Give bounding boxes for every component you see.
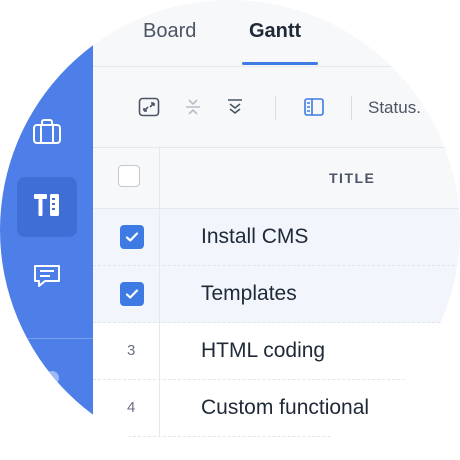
toolbar: Status. (93, 67, 460, 148)
table-row[interactable]: 3 HTML coding (93, 323, 460, 380)
row-number: 4 (127, 399, 136, 416)
sidebar-item-projects[interactable] (17, 104, 77, 164)
sidebar-divider (0, 338, 93, 339)
task-title[interactable]: Install CMS (201, 225, 308, 249)
check-icon (125, 289, 139, 299)
main-panel: Board Gantt › Status. TITLE Install CMS … (93, 0, 460, 460)
expand-icon[interactable] (137, 95, 161, 119)
tab-gantt[interactable]: Gantt (249, 20, 301, 43)
column-header-title[interactable]: TITLE (329, 170, 375, 186)
add-row-handle[interactable] (294, 452, 322, 460)
app-window: Board Gantt › Status. TITLE Install CMS … (0, 0, 460, 460)
view-tabs: Board Gantt › (93, 0, 460, 67)
task-title[interactable]: HTML coding (201, 339, 325, 363)
table-row[interactable]: Templates (93, 266, 460, 323)
task-title[interactable]: Templates (201, 282, 297, 306)
row-checkbox-checked[interactable] (120, 282, 144, 306)
briefcase-icon (31, 116, 63, 153)
select-column: 4 (93, 380, 160, 436)
more-tabs-icon[interactable]: › (353, 20, 359, 41)
toolbar-divider (275, 96, 276, 120)
row-number: 3 (127, 342, 136, 359)
check-icon (125, 232, 139, 242)
select-column: 3 (93, 323, 160, 379)
active-tab-indicator (242, 62, 318, 65)
table-header: TITLE (93, 148, 460, 209)
sidebar-item-messages[interactable] (17, 248, 77, 308)
collapse-down-icon[interactable] (223, 95, 247, 119)
sidebar (0, 0, 93, 460)
select-all-checkbox[interactable] (118, 165, 140, 187)
collapse-rows-icon[interactable] (181, 95, 205, 119)
avatar[interactable] (45, 371, 59, 385)
tools-icon (30, 188, 64, 227)
select-column (93, 148, 160, 208)
table-row[interactable]: Install CMS (93, 209, 460, 266)
status-filter[interactable]: Status. (368, 98, 421, 118)
select-column (93, 209, 160, 265)
table-row[interactable]: 4 Custom functional (93, 380, 460, 437)
row-checkbox-checked[interactable] (120, 225, 144, 249)
tab-board[interactable]: Board (143, 20, 196, 43)
task-title[interactable]: Custom functional (201, 396, 369, 420)
panel-icon[interactable] (302, 95, 326, 119)
select-column (93, 266, 160, 322)
sidebar-item-tools[interactable] (17, 177, 77, 237)
toolbar-divider (351, 96, 352, 120)
chat-icon (31, 260, 63, 297)
